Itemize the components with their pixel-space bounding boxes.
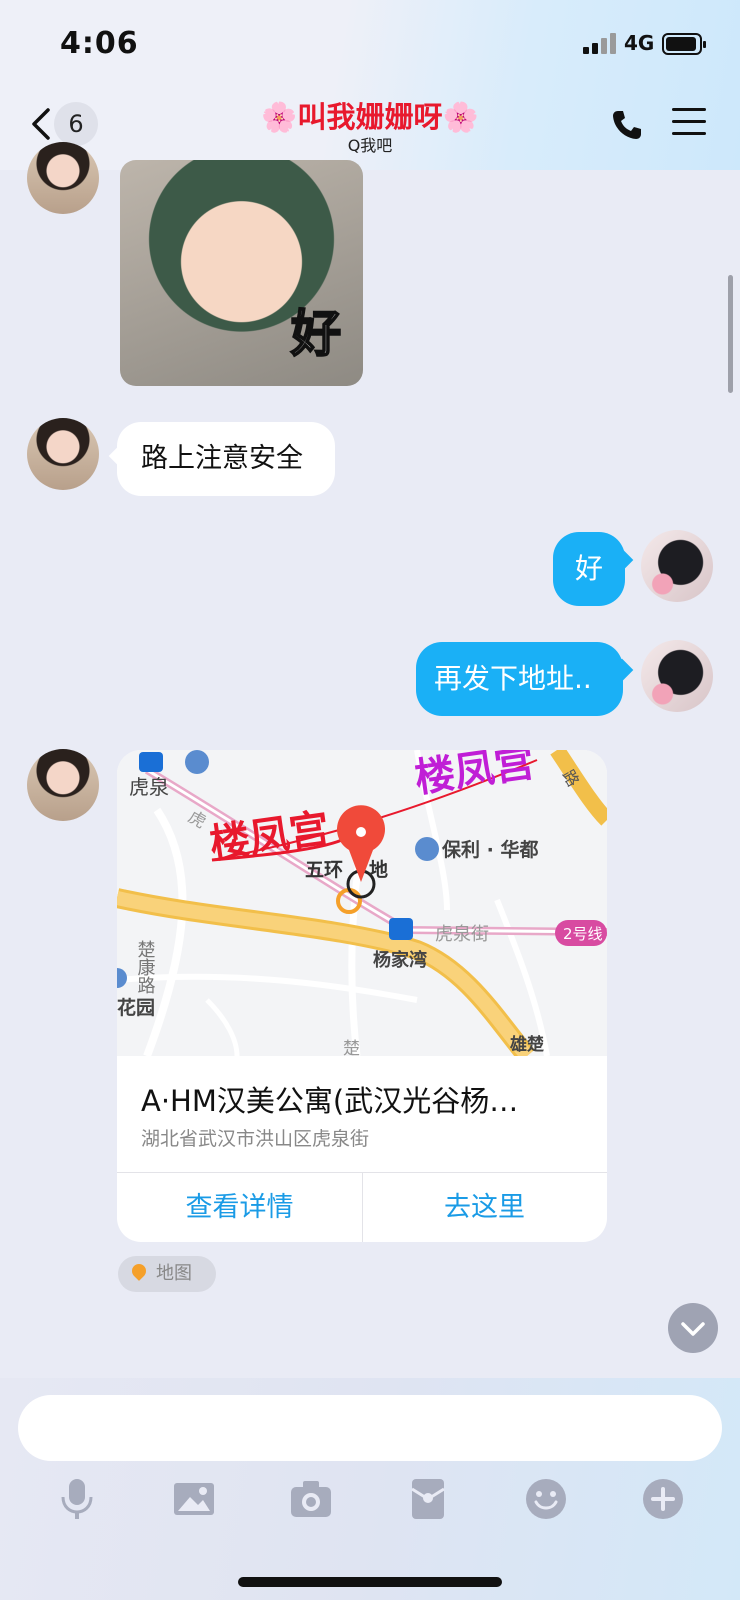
sticker-image[interactable]: 好 xyxy=(120,160,363,386)
my-avatar[interactable] xyxy=(641,530,713,602)
map-label: 地 xyxy=(369,858,388,881)
microphone-icon[interactable] xyxy=(53,1475,101,1523)
scrollbar[interactable] xyxy=(728,275,733,393)
red-packet-icon[interactable] xyxy=(404,1475,452,1523)
navigate-button[interactable]: 去这里 xyxy=(362,1173,607,1242)
image-icon[interactable] xyxy=(170,1475,218,1523)
my-avatar[interactable] xyxy=(641,640,713,712)
phone-icon[interactable] xyxy=(610,108,644,142)
message-input[interactable] xyxy=(18,1395,722,1461)
map-label: 虎泉街 xyxy=(435,924,489,945)
map-source-label: 地图 xyxy=(156,1263,192,1284)
building-icon xyxy=(415,837,439,861)
contact-avatar[interactable] xyxy=(27,418,99,490)
map-label: 五环 xyxy=(305,859,343,881)
map-label: 保利 · 华都 xyxy=(441,838,538,861)
scroll-to-bottom-button[interactable] xyxy=(668,1303,718,1353)
location-title: A·HM汉美公寓(武汉光谷杨… xyxy=(141,1084,519,1118)
outgoing-message[interactable]: 好 xyxy=(553,532,625,606)
status-bar: 4:06 4G xyxy=(0,0,740,90)
map-label: 雄楚 xyxy=(509,1034,545,1055)
map-preview[interactable]: 虎泉 虎 保利 · 华都 五环 地 虎泉街 2号线 杨家湾 楚康路 花园 雄楚 … xyxy=(117,750,607,1056)
map-label: 楚 xyxy=(343,1039,360,1056)
network-type: 4G xyxy=(624,31,655,55)
metro-icon xyxy=(139,752,163,772)
camera-icon[interactable] xyxy=(287,1475,335,1523)
sticker-caption: 好 xyxy=(290,304,342,364)
card-actions: 查看详情 去这里 xyxy=(117,1172,607,1242)
metro-icon xyxy=(389,918,413,940)
signal-icon xyxy=(583,32,619,54)
building-icon xyxy=(185,750,209,774)
map-label: 虎泉 xyxy=(129,775,169,799)
view-details-button[interactable]: 查看详情 xyxy=(117,1173,362,1242)
menu-icon[interactable] xyxy=(672,108,706,138)
contact-avatar[interactable] xyxy=(27,749,99,821)
battery-icon xyxy=(662,33,706,55)
outgoing-message[interactable]: 再发下地址.. xyxy=(416,642,623,716)
chevron-down-icon xyxy=(681,1322,705,1336)
map-label: 杨家湾 xyxy=(373,949,427,971)
contact-avatar[interactable] xyxy=(27,142,99,214)
map-label: 2号线 xyxy=(563,925,603,943)
emoji-icon[interactable] xyxy=(522,1475,570,1523)
plus-icon[interactable] xyxy=(639,1475,687,1523)
map-label: 楚康路 xyxy=(135,940,156,994)
home-indicator xyxy=(238,1577,502,1587)
map-source-tag[interactable]: 地图 xyxy=(118,1256,216,1292)
location-card[interactable]: 虎泉 虎 保利 · 华都 五环 地 虎泉街 2号线 杨家湾 楚康路 花园 雄楚 … xyxy=(117,750,607,1242)
incoming-message[interactable]: 路上注意安全 xyxy=(117,422,335,496)
map-label: 花园 xyxy=(117,996,155,1019)
chat-header: 6 🌸叫我姗姗呀🌸 Q我吧 xyxy=(0,90,740,160)
status-time: 4:06 xyxy=(60,26,139,61)
pin-icon xyxy=(129,1261,149,1281)
location-address: 湖北省武汉市洪山区虎泉街 xyxy=(141,1128,370,1150)
